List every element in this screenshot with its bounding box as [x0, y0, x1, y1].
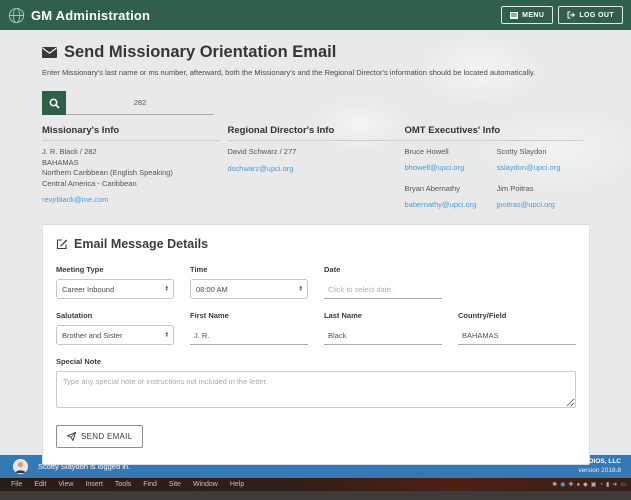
search-icon [49, 98, 60, 109]
menubar-item-edit[interactable]: Edit [28, 481, 52, 488]
regional-director-email-link[interactable]: dschwarz@upci.org [228, 164, 294, 175]
omt-executives-heading: OMT Executives' Info [405, 125, 583, 141]
omt-contact-email-link[interactable]: sslaydon@upci.org [497, 163, 561, 174]
menubar-item-help[interactable]: Help [224, 481, 250, 488]
menu-icon [510, 12, 518, 19]
missionary-name: J. R. Black / 282 [42, 147, 228, 158]
version-label: version 2018.8 [482, 467, 621, 476]
meeting-type-field: Meeting Type Career Inbound ▴▾ [56, 265, 174, 299]
missionary-area: Central America - Caribbean [42, 179, 228, 190]
send-email-button[interactable]: SEND EMAIL [56, 425, 143, 448]
email-details-card: Email Message Details Meeting Type Caree… [42, 224, 590, 465]
menubar-item-tools[interactable]: Tools [109, 481, 137, 488]
menu-button[interactable]: MENU [501, 6, 553, 24]
first-name-field: First Name [190, 311, 308, 345]
missionary-region: Northern Caribbean (English Speaking) [42, 168, 228, 179]
page-subtitle: Enter Missionary's last name or ms numbe… [42, 68, 590, 77]
omt-executives-column: OMT Executives' Info Bruce Howell bhowel… [405, 125, 591, 212]
regional-director-column: Regional Director's Info David Schwarz /… [228, 125, 405, 212]
salutation-field: Salutation Brother and Sister ▴▾ [56, 311, 174, 345]
clock-icon[interactable]: ◔ [599, 482, 603, 488]
envelope-icon [42, 47, 57, 58]
missionary-search-input[interactable] [66, 91, 214, 115]
country-field: Country/Field [458, 311, 576, 345]
date-field: Date [324, 265, 442, 299]
time-label: Time [190, 265, 308, 274]
card-title: Email Message Details [74, 237, 208, 251]
grid-icon[interactable]: ✚ [568, 482, 573, 488]
time-select[interactable]: 08:00 AM ▴▾ [190, 279, 308, 299]
country-field-label: Country/Field [458, 311, 576, 320]
logout-icon [567, 11, 575, 19]
omt-contact-email-link[interactable]: babernathy@upci.org [405, 200, 477, 211]
last-name-field: Last Name [324, 311, 442, 345]
first-name-input[interactable] [190, 326, 308, 345]
menubar-item-find[interactable]: Find [137, 481, 163, 488]
logout-button[interactable]: LOG OUT [558, 6, 623, 24]
date-label: Date [324, 265, 442, 274]
regional-director-name: David Schwarz / 277 [228, 147, 405, 158]
time-field: Time 08:00 AM ▴▾ [190, 265, 308, 299]
menubar-item-window[interactable]: Window [187, 481, 224, 488]
app-title: GM Administration [31, 8, 150, 23]
bottom-strip [0, 491, 631, 500]
special-note-field: Special Note [56, 357, 576, 413]
missionary-info-heading: Missionary's Info [42, 125, 220, 141]
search-button[interactable] [42, 91, 66, 115]
droplet-icon[interactable]: ◆ [583, 482, 588, 488]
date-input[interactable] [324, 280, 442, 299]
salutation-label: Salutation [56, 311, 174, 320]
last-name-input[interactable] [324, 326, 442, 345]
missionary-email-link[interactable]: revjrblack@me.com [42, 195, 108, 206]
globe-logo-icon [8, 7, 25, 24]
edit-icon [56, 238, 68, 250]
special-note-textarea[interactable] [56, 371, 576, 408]
salutation-select[interactable]: Brother and Sister ▴▾ [56, 325, 174, 345]
window-icon[interactable]: ▭ [620, 482, 626, 488]
omt-contact: Scotty Slaydon sslaydon@upci.org [497, 147, 589, 175]
app-header: GM Administration MENU LOG OUT [0, 0, 631, 30]
paper-plane-icon [67, 432, 76, 441]
omt-contact: Jim Poitras jpoitras@upci.org [497, 184, 589, 212]
stats-icon[interactable]: ▮ [606, 482, 609, 488]
menubar-item-site[interactable]: Site [163, 481, 187, 488]
regional-director-heading: Regional Director's Info [228, 125, 406, 141]
menubar-item-view[interactable]: View [52, 481, 79, 488]
select-stepper-icon: ▴▾ [299, 286, 302, 293]
camera-icon[interactable]: ▣ [591, 482, 597, 488]
omt-contact: Bryan Abernathy babernathy@upci.org [405, 184, 497, 212]
circle-icon[interactable]: ● [576, 482, 580, 488]
last-name-label: Last Name [324, 311, 442, 320]
arrow-icon[interactable]: ➔ [612, 482, 617, 488]
select-stepper-icon: ▴▾ [165, 332, 168, 339]
monkey-icon[interactable]: ✱ [552, 482, 557, 488]
missionary-country: BAHAMAS [42, 158, 228, 169]
omt-contact-email-link[interactable]: bhowell@upci.org [405, 163, 465, 174]
omt-contact: Bruce Howell bhowell@upci.org [405, 147, 497, 175]
omt-contact-email-link[interactable]: jpoitras@upci.org [497, 200, 555, 211]
first-name-label: First Name [190, 311, 308, 320]
menubar-item-file[interactable]: File [5, 481, 28, 488]
page-title: Send Missionary Orientation Email [64, 43, 336, 62]
meeting-type-label: Meeting Type [56, 265, 174, 274]
swirl-app-icon[interactable]: ◉ [560, 482, 565, 488]
missionary-info-column: Missionary's Info J. R. Black / 282 BAHA… [42, 125, 228, 212]
special-note-label: Special Note [56, 357, 576, 366]
menubar-item-insert[interactable]: Insert [79, 481, 109, 488]
system-tray: ✱ ◉ ✚ ● ◆ ▣ ◔ ▮ ➔ ▭ [552, 482, 626, 488]
main-content: Send Missionary Orientation Email Enter … [0, 30, 631, 455]
os-menubar: File Edit View Insert Tools Find Site Wi… [0, 478, 631, 491]
lookup-results: Missionary's Info J. R. Black / 282 BAHA… [42, 125, 590, 212]
country-field-input[interactable] [458, 326, 576, 345]
meeting-type-select[interactable]: Career Inbound ▴▾ [56, 279, 174, 299]
select-stepper-icon: ▴▾ [165, 286, 168, 293]
